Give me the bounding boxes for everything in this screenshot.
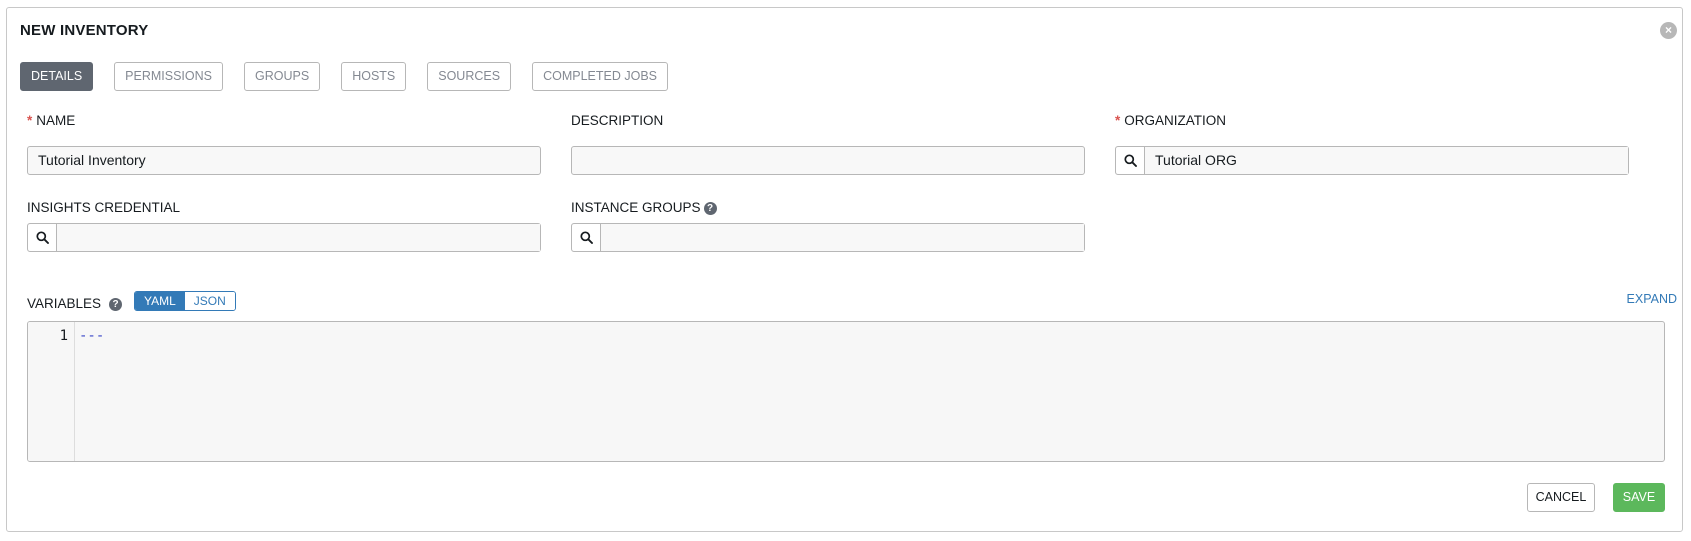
variables-label-text: VARIABLES: [27, 296, 102, 311]
name-label: * NAME: [27, 113, 75, 128]
search-icon[interactable]: [572, 224, 601, 251]
variables-label: VARIABLES?: [27, 296, 123, 311]
question-circle-icon[interactable]: ?: [703, 202, 717, 215]
organization-input[interactable]: Tutorial ORG: [1145, 147, 1628, 174]
close-icon[interactable]: ×: [1660, 22, 1677, 39]
code-line[interactable]: ---: [79, 328, 104, 344]
name-label-text: NAME: [36, 113, 76, 128]
instance-groups-label-text: INSTANCE GROUPS: [571, 200, 701, 215]
insights-credential-label: INSIGHTS CREDENTIAL: [27, 200, 181, 215]
instance-groups-label: INSTANCE GROUPS?: [571, 200, 717, 215]
variables-code-editor[interactable]: 1 ---: [27, 321, 1665, 462]
instance-groups-lookup: [571, 223, 1085, 252]
required-marker: *: [27, 113, 33, 128]
line-number-gutter: 1: [28, 322, 75, 461]
yaml-toggle-button[interactable]: YAML: [135, 292, 185, 310]
question-circle-icon[interactable]: ?: [109, 298, 123, 311]
description-input[interactable]: [571, 146, 1085, 175]
json-toggle-button[interactable]: JSON: [184, 292, 235, 310]
tab-permissions[interactable]: PERMISSIONS: [114, 62, 223, 91]
description-label: DESCRIPTION: [571, 113, 664, 128]
insights-credential-input[interactable]: [57, 224, 540, 251]
expand-link[interactable]: EXPAND: [1627, 292, 1677, 306]
organization-lookup: Tutorial ORG: [1115, 146, 1629, 175]
tab-details[interactable]: DETAILS: [20, 62, 94, 91]
variables-mode-toggle: YAML JSON: [134, 291, 236, 311]
search-icon[interactable]: [28, 224, 57, 251]
line-number: 1: [59, 328, 68, 344]
form-title: NEW INVENTORY: [20, 22, 149, 39]
tab-hosts[interactable]: HOSTS: [341, 62, 407, 91]
description-input-value: [572, 152, 582, 168]
instance-groups-input[interactable]: [601, 224, 1084, 251]
search-icon[interactable]: [1116, 147, 1145, 174]
tab-bar: DETAILS PERMISSIONS GROUPS HOSTS SOURCES…: [20, 62, 668, 91]
organization-label-text: ORGANIZATION: [1124, 113, 1227, 128]
tab-completed-jobs[interactable]: COMPLETED JOBS: [532, 62, 668, 91]
tab-sources[interactable]: SOURCES: [427, 62, 512, 91]
save-button[interactable]: SAVE: [1613, 483, 1665, 512]
cancel-button[interactable]: CANCEL: [1527, 483, 1595, 512]
insights-credential-lookup: [27, 223, 541, 252]
organization-label: * ORGANIZATION: [1115, 113, 1226, 128]
name-input-value: Tutorial Inventory: [38, 152, 146, 168]
tab-groups[interactable]: GROUPS: [244, 62, 321, 91]
name-input[interactable]: Tutorial Inventory: [27, 146, 541, 175]
required-marker: *: [1115, 113, 1121, 128]
